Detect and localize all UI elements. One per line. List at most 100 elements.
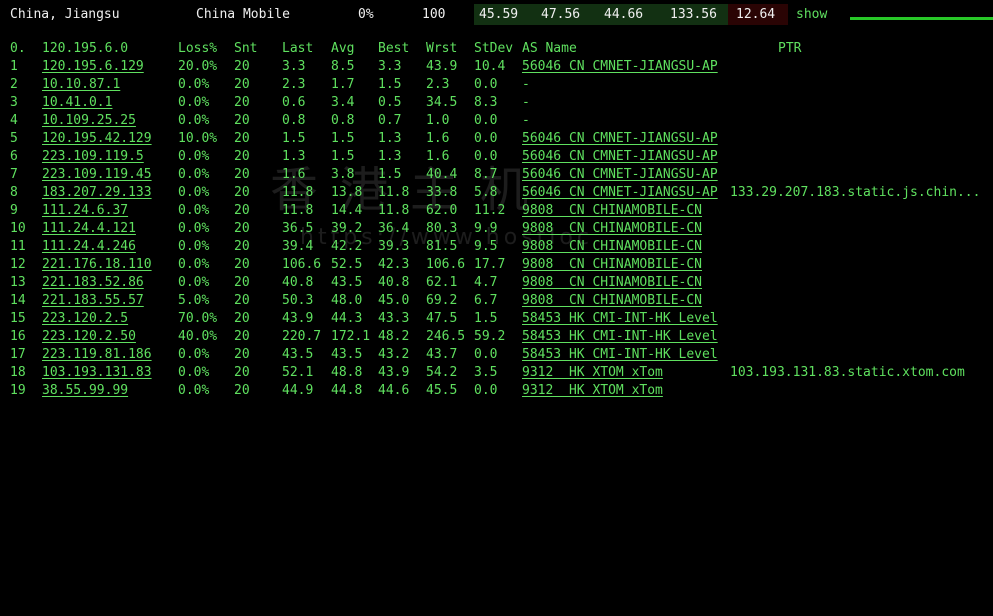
hop-stdev: 4.7 [474, 275, 498, 290]
hop-asname-link[interactable]: 56046 CN CMNET-JIANGSU-AP [522, 148, 718, 166]
hop-avg: 1.5 [331, 149, 355, 164]
hop-host-link[interactable]: 221.176.18.110 [42, 256, 152, 274]
hop-asname-link[interactable]: 9808 CN CHINAMOBILE-CN [522, 238, 702, 256]
hop-asname-link[interactable]: 9312 HK XTOM xTom [522, 382, 663, 400]
hop-best: 39.3 [378, 239, 410, 254]
hop-number: 13 [10, 275, 26, 290]
hop-host-link[interactable]: 111.24.6.37 [42, 202, 128, 220]
hop-loss: 0.0% [178, 365, 210, 380]
summary-value-2: 47.56 [541, 7, 581, 22]
hop-last: 220.7 [282, 329, 322, 344]
hop-asname-link[interactable]: 9808 CN CHINAMOBILE-CN [522, 256, 702, 274]
hop-stdev: 5.8 [474, 185, 498, 200]
hop-asname-link[interactable]: 56046 CN CMNET-JIANGSU-AP [522, 184, 718, 202]
hop-wrst: 106.6 [426, 257, 466, 272]
hop-last: 0.8 [282, 113, 306, 128]
hop-stdev: 1.5 [474, 311, 498, 326]
hop-host-link[interactable]: 221.183.52.86 [42, 274, 144, 292]
hop-last: 1.6 [282, 167, 306, 182]
hop-host-link[interactable]: 183.207.29.133 [42, 184, 152, 202]
hop-asname: - [522, 77, 530, 92]
hop-host-link[interactable]: 223.109.119.5 [42, 148, 144, 166]
hop-asname-link[interactable]: 9808 CN CHINAMOBILE-CN [522, 202, 702, 220]
hop-wrst: 47.5 [426, 311, 458, 326]
hop-number: 11 [10, 239, 26, 254]
hop-best: 0.5 [378, 95, 402, 110]
hop-snt: 20 [234, 95, 250, 110]
hop-host-link[interactable]: 38.55.99.99 [42, 382, 128, 400]
hop-asname-link[interactable]: 58453 HK CMI-INT-HK Level [522, 310, 718, 328]
hop-asname-link[interactable]: 56046 CN CMNET-JIANGSU-AP [522, 58, 718, 76]
hop-asname-link[interactable]: 56046 CN CMNET-JIANGSU-AP [522, 130, 718, 148]
hop-avg: 39.2 [331, 221, 363, 236]
hop-last: 40.8 [282, 275, 314, 290]
hop-wrst: 1.6 [426, 149, 450, 164]
hop-loss: 0.0% [178, 203, 210, 218]
hop-asname-link[interactable]: 9808 CN CHINAMOBILE-CN [522, 220, 702, 238]
hop-best: 1.3 [378, 149, 402, 164]
hop-asname: - [522, 113, 530, 128]
header-snt: Snt [234, 41, 258, 56]
hop-last: 43.9 [282, 311, 314, 326]
hop-asname: - [522, 95, 530, 110]
hop-host-link[interactable]: 223.109.119.45 [42, 166, 152, 184]
hop-avg: 8.5 [331, 59, 355, 74]
header-avg: Avg [331, 41, 355, 56]
hop-asname-link[interactable]: 58453 HK CMI-INT-HK Level [522, 328, 718, 346]
hop-host-link[interactable]: 223.120.2.5 [42, 310, 128, 328]
hop-avg: 43.5 [331, 275, 363, 290]
hop-snt: 20 [234, 149, 250, 164]
hop-host-link[interactable]: 221.183.55.57 [42, 292, 144, 310]
table-row: 12 221.176.18.110 0.0% 20 106.6 52.5 42.… [0, 256, 993, 274]
summary-value-1: 45.59 [479, 7, 519, 22]
hop-host-link[interactable]: 223.119.81.186 [42, 346, 152, 364]
hop-last: 2.3 [282, 77, 306, 92]
hop-last: 11.8 [282, 203, 314, 218]
hop-host-link[interactable]: 120.195.6.129 [42, 58, 144, 76]
header-asname: AS Name [522, 41, 577, 56]
hop-host-link[interactable]: 103.193.131.83 [42, 364, 152, 382]
hop-loss: 10.0% [178, 131, 218, 146]
hop-stdev: 8.7 [474, 167, 498, 182]
table-row: 18 103.193.131.83 0.0% 20 52.1 48.8 43.9… [0, 364, 993, 382]
hop-number: 6 [10, 149, 18, 164]
summary-location: China, Jiangsu [10, 7, 120, 22]
hop-last: 50.3 [282, 293, 314, 308]
table-row: 9 111.24.6.37 0.0% 20 11.8 14.4 11.8 62.… [0, 202, 993, 220]
hop-last: 43.5 [282, 347, 314, 362]
hop-asname-link[interactable]: 56046 CN CMNET-JIANGSU-AP [522, 166, 718, 184]
hop-wrst: 33.8 [426, 185, 458, 200]
hop-asname-link[interactable]: 58453 HK CMI-INT-HK Level [522, 346, 718, 364]
hop-best: 44.6 [378, 383, 410, 398]
hop-host-link[interactable]: 10.41.0.1 [42, 94, 112, 112]
hop-number: 1 [10, 59, 18, 74]
hop-number: 7 [10, 167, 18, 182]
hop-avg: 14.4 [331, 203, 363, 218]
hop-host-link[interactable]: 120.195.42.129 [42, 130, 152, 148]
table-row: 17 223.119.81.186 0.0% 20 43.5 43.5 43.2… [0, 346, 993, 364]
hop-asname-link[interactable]: 9808 CN CHINAMOBILE-CN [522, 292, 702, 310]
hop-host-link[interactable]: 10.10.87.1 [42, 76, 120, 94]
hop-snt: 20 [234, 257, 250, 272]
hop-number: 4 [10, 113, 18, 128]
hop-asname-link[interactable]: 9312 HK XTOM xTom [522, 364, 663, 382]
table-row: 16 223.120.2.50 40.0% 20 220.7 172.1 48.… [0, 328, 993, 346]
hop-loss: 5.0% [178, 293, 210, 308]
hop-ptr: 103.193.131.83.static.xtom.com [730, 365, 965, 380]
hop-host-link[interactable]: 223.120.2.50 [42, 328, 136, 346]
header-best: Best [378, 41, 410, 56]
hop-host-link[interactable]: 10.109.25.25 [42, 112, 136, 130]
hop-wrst: 45.5 [426, 383, 458, 398]
hop-host-link[interactable]: 111.24.4.121 [42, 220, 136, 238]
hop-last: 1.5 [282, 131, 306, 146]
hop-best: 1.5 [378, 167, 402, 182]
hop-best: 45.0 [378, 293, 410, 308]
header-loss: Loss% [178, 41, 218, 56]
show-link[interactable]: show [796, 6, 827, 23]
hop-loss: 0.0% [178, 383, 210, 398]
hop-avg: 3.8 [331, 167, 355, 182]
hop-stdev: 9.5 [474, 239, 498, 254]
hop-host-link[interactable]: 111.24.4.246 [42, 238, 136, 256]
hop-number: 15 [10, 311, 26, 326]
hop-asname-link[interactable]: 9808 CN CHINAMOBILE-CN [522, 274, 702, 292]
